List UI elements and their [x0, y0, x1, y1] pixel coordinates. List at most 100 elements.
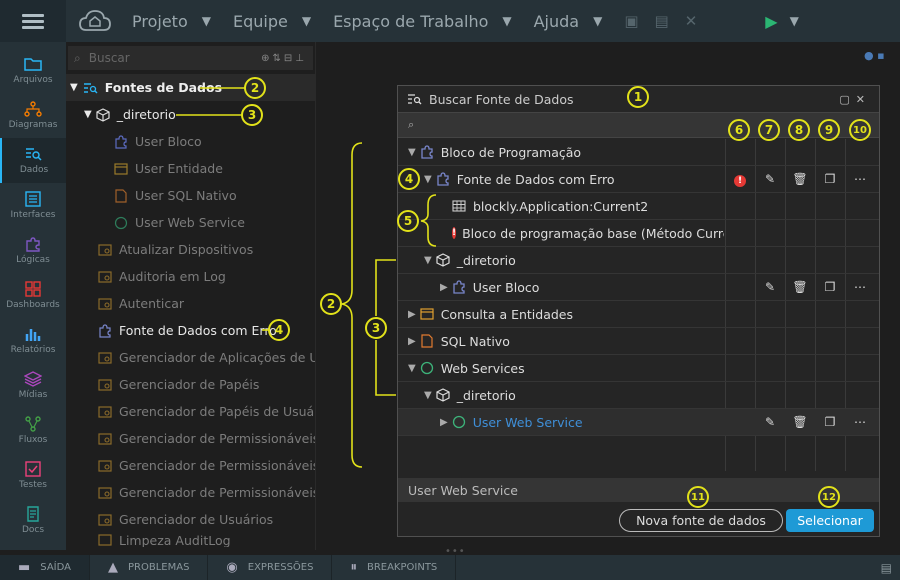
- edit-pencil-icon[interactable]: ✎: [755, 172, 785, 186]
- tab-label: EXPRESSÕES: [247, 562, 314, 573]
- more-options-icon[interactable]: ⋯: [845, 415, 875, 429]
- row-label: blockly.Application:Current2: [473, 198, 649, 214]
- sidebar-item-midias[interactable]: Mídias: [0, 363, 66, 408]
- tree-item-autenticar[interactable]: Autenticar: [66, 290, 315, 317]
- datasource-icon: [98, 378, 112, 391]
- grid-row-user-bloco[interactable]: ▶ User Bloco ✎ 🗑 ❐ ⋯: [398, 274, 879, 301]
- search-datasource-dialog: Buscar Fonte de Dados ▢✕ ⌕ ▼ Bloco de Pr…: [397, 85, 880, 537]
- tree-tools-icon[interactable]: ⊕⇅⊟⊥: [261, 53, 307, 64]
- tree-item-user-entidade[interactable]: User Entidade: [66, 155, 315, 182]
- tree-item-gerenciador-permissionaveis[interactable]: Gerenciador de Permissionáveis: [66, 425, 315, 452]
- copy-icon[interactable]: ❐: [815, 172, 845, 186]
- tree-folder-label: _diretorio: [116, 107, 176, 122]
- tree-item-label: Gerenciador de Aplicações de Usuá: [119, 350, 315, 365]
- more-options-icon[interactable]: ⋯: [845, 280, 875, 294]
- tree-root-fontes-de-dados[interactable]: ▼ Fontes de Dados: [66, 74, 315, 101]
- panel-toggle-icon[interactable]: ▤: [881, 561, 892, 575]
- edit-pencil-icon[interactable]: ✎: [755, 415, 785, 429]
- row-label: Fonte de Dados com Erro: [456, 171, 615, 187]
- tree-item-gerenciador-permissionaveis-3[interactable]: Gerenciador de Permissionáveis de: [66, 479, 315, 506]
- bar-chart-icon: [25, 329, 41, 341]
- grid-row-fonte-com-erro[interactable]: ▼ Fonte de Dados com Erro ! ✎ 🗑 ❐ ⋯: [398, 166, 879, 193]
- tab-saida[interactable]: ▬ SAÍDA: [0, 555, 90, 580]
- new-datasource-button[interactable]: Nova fonte de dados: [619, 509, 783, 532]
- tab-breakpoints[interactable]: ⏸ BREAKPOINTS: [332, 555, 457, 580]
- puzzle-icon: [26, 237, 40, 252]
- menu-ajuda[interactable]: Ajuda ▼: [534, 12, 603, 31]
- grid-row-diretorio-2[interactable]: ▼ _diretorio: [398, 382, 879, 409]
- tree-item-atualizar-dispositivos[interactable]: Atualizar Dispositivos: [66, 236, 315, 263]
- help-icon[interactable]: ● ▪: [864, 49, 885, 62]
- tab-expressoes[interactable]: ◉ EXPRESSÕES: [208, 555, 333, 580]
- table-grid-icon: [452, 200, 466, 212]
- hamburger-menu-button[interactable]: [0, 0, 66, 42]
- sidebar-label: Mídias: [18, 390, 48, 400]
- cloud-logo-icon[interactable]: [74, 0, 116, 42]
- sidebar-item-docs[interactable]: Docs: [0, 498, 66, 543]
- more-options-icon[interactable]: ⋯: [845, 172, 875, 186]
- sidebar-item-logicas[interactable]: Lógicas: [0, 228, 66, 273]
- sidebar-label: Lógicas: [16, 255, 50, 265]
- sidebar-item-relatorios[interactable]: Relatórios: [0, 318, 66, 363]
- tree-item-user-bloco[interactable]: User Bloco: [66, 128, 315, 155]
- sidebar-item-dashboards[interactable]: Dashboards: [0, 273, 66, 318]
- menu-equipe[interactable]: Equipe ▼: [233, 12, 311, 31]
- select-button[interactable]: Selecionar: [786, 509, 874, 532]
- chevron-down-icon: ▼: [408, 362, 416, 374]
- grid-row-user-web-service[interactable]: ▶ User Web Service ✎ 🗑 ❐ ⋯: [398, 409, 879, 436]
- tree-item-gerenciador-papeis[interactable]: Gerenciador de Papéis: [66, 371, 315, 398]
- tree-item-user-sql-nativo[interactable]: User SQL Nativo: [66, 182, 315, 209]
- tree-item-gerenciador-papeis-usuarios[interactable]: Gerenciador de Papéis de Usuários: [66, 398, 315, 425]
- copy-icon[interactable]: ❐: [815, 415, 845, 429]
- grid-row-bloco-programacao[interactable]: ▼ Bloco de Programação: [398, 139, 879, 166]
- save-all-icon[interactable]: ▤: [655, 12, 669, 30]
- tree-item-gerenciador-aplicacoes[interactable]: Gerenciador de Aplicações de Usuá: [66, 344, 315, 371]
- grid-row-web-services[interactable]: ▼ Web Services: [398, 355, 879, 382]
- chevron-down-icon: ▼: [424, 389, 432, 401]
- menu-projeto[interactable]: Projeto ▼: [132, 12, 211, 31]
- menu-espaco-de-trabalho[interactable]: Espaço de Trabalho ▼: [333, 12, 512, 31]
- grid-row-bloco-base-erro[interactable]: ! Bloco de programação base (Método Curr…: [398, 220, 879, 247]
- datasource-icon: [98, 513, 112, 526]
- tree-item-user-web-service[interactable]: User Web Service: [66, 209, 315, 236]
- save-icon[interactable]: ▣: [624, 12, 638, 30]
- run-icon[interactable]: ▶: [765, 12, 777, 31]
- tree-item-label: Limpeza AuditLog: [119, 533, 231, 547]
- chevron-down-icon: ▼: [84, 109, 92, 120]
- tab-label: PROBLEMAS: [128, 562, 190, 573]
- sidebar-item-testes[interactable]: Testes: [0, 453, 66, 498]
- tab-problemas[interactable]: ▲ PROBLEMAS: [90, 555, 209, 580]
- delete-trash-icon[interactable]: 🗑: [785, 172, 815, 186]
- close-icon[interactable]: ✕: [685, 12, 698, 30]
- delete-trash-icon[interactable]: 🗑: [785, 415, 815, 429]
- tree-item-label: Autenticar: [119, 296, 185, 311]
- tree-item-limpeza-auditlog[interactable]: Limpeza AuditLog: [66, 533, 315, 547]
- datasource-icon: [98, 486, 112, 499]
- sidebar-item-dados[interactable]: Dados: [0, 138, 66, 183]
- grid-row-consulta-entidades[interactable]: ▶ Consulta a Entidades: [398, 301, 879, 328]
- chevron-down-icon: ▼: [424, 173, 432, 185]
- tree-item-label: Gerenciador de Permissionáveis de: [119, 458, 316, 473]
- row-label: _diretorio: [456, 252, 516, 268]
- sidebar-item-interfaces[interactable]: Interfaces: [0, 183, 66, 228]
- grid-row-diretorio[interactable]: ▼ _diretorio: [398, 247, 879, 274]
- sidebar-item-diagramas[interactable]: Diagramas: [0, 93, 66, 138]
- edit-pencil-icon[interactable]: ✎: [755, 280, 785, 294]
- tree-item-gerenciador-usuarios[interactable]: Gerenciador de Usuários: [66, 506, 315, 533]
- chevron-down-icon[interactable]: ▼: [790, 14, 799, 28]
- tree-item-gerenciador-permissionaveis-2[interactable]: Gerenciador de Permissionáveis de: [66, 452, 315, 479]
- tree-search[interactable]: ⌕ Buscar ⊕⇅⊟⊥: [68, 46, 313, 70]
- datasource-icon: [98, 351, 112, 364]
- tree-folder-diretorio[interactable]: ▼ _diretorio: [66, 101, 315, 128]
- sidebar-item-fluxos[interactable]: Fluxos: [0, 408, 66, 453]
- window-controls-icon[interactable]: ▢✕: [839, 93, 871, 106]
- delete-trash-icon[interactable]: 🗑: [785, 280, 815, 294]
- eye-icon: ◉: [226, 560, 238, 575]
- copy-icon[interactable]: ❐: [815, 280, 845, 294]
- grid-row-blockly-current2[interactable]: blockly.Application:Current2: [398, 193, 879, 220]
- menu-label: Equipe: [232, 11, 288, 31]
- grid-row-sql-nativo[interactable]: ▶ SQL Nativo: [398, 328, 879, 355]
- sidebar-label: Diagramas: [8, 120, 58, 130]
- sidebar-item-arquivos[interactable]: Arquivos: [0, 48, 66, 93]
- tree-item-auditoria-em-log[interactable]: Auditoria em Log: [66, 263, 315, 290]
